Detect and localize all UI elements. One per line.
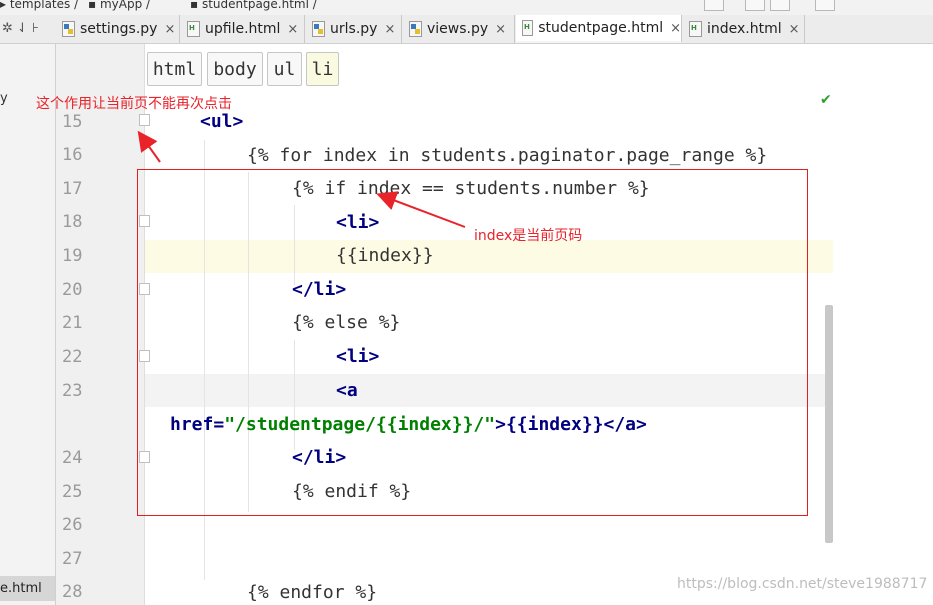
tab-settings-py[interactable]: settings.py × — [56, 15, 180, 43]
project-panel: y e.html — [0, 44, 56, 605]
breadcrumb-studentpage[interactable]: ▪ studentpage.html / — [190, 0, 317, 11]
line-number: 18 — [62, 212, 83, 232]
html-file-icon — [522, 20, 534, 36]
html-file-icon: ▪ — [190, 0, 202, 11]
python-file-icon — [409, 21, 422, 37]
search-icon[interactable] — [815, 0, 835, 11]
line-number: 24 — [62, 448, 83, 468]
html-file-icon — [187, 21, 200, 37]
tab-upfile-html[interactable]: upfile.html× — [181, 15, 305, 43]
folder-icon: ▪ — [88, 0, 100, 11]
close-icon[interactable]: × — [164, 22, 175, 37]
close-icon[interactable]: × — [670, 21, 681, 36]
tab-studentpage-html[interactable]: studentpage.html× — [516, 15, 682, 43]
breadcrumb-myapp[interactable]: ▪ myApp / — [88, 0, 150, 11]
tab-views-py[interactable]: views.py × — [403, 15, 515, 43]
vertical-scrollbar[interactable] — [825, 305, 833, 543]
top-breadcrumb-bar: ▸ templates / ▪ myApp / ▪ studentpage.ht… — [0, 0, 933, 16]
element-breadcrumb-ul[interactable]: ul — [267, 52, 302, 86]
folder-icon: ▸ — [0, 0, 10, 11]
run-icon[interactable] — [745, 0, 765, 11]
python-file-icon — [62, 21, 75, 37]
element-breadcrumb-html[interactable]: html — [147, 52, 202, 86]
close-icon[interactable]: × — [287, 22, 298, 37]
editor-right-area — [833, 44, 933, 605]
close-icon[interactable]: × — [495, 22, 506, 37]
line-number: 28 — [62, 582, 83, 602]
html-file-icon — [689, 21, 702, 37]
line-number: 27 — [62, 549, 83, 569]
code-line-16: {% for index in students.paginator.page_… — [247, 145, 768, 166]
line-number: 17 — [62, 179, 83, 199]
code-line-28: {% endfor %} — [247, 582, 378, 603]
breadcrumb-templates[interactable]: ▸ templates / — [0, 0, 78, 11]
element-breadcrumb-body[interactable]: body — [207, 52, 263, 86]
element-breadcrumb-li[interactable]: li — [306, 52, 339, 86]
code-line-15: <ul> — [200, 111, 244, 132]
annotation-top-note: 这个作用让当前页不能再次点击 — [36, 96, 232, 112]
project-tool-icons[interactable]: ✲ ⇃ ⊦ — [2, 21, 39, 36]
annotation-index-note: index是当前页码 — [474, 228, 583, 244]
dropdown-button[interactable] — [704, 0, 724, 11]
line-number: 15 — [62, 112, 83, 132]
editor-tabs: ✲ ⇃ ⊦ settings.py× upfile.html× urls.py×… — [0, 15, 933, 44]
line-number: 25 — [62, 482, 83, 502]
line-number: 22 — [62, 347, 83, 367]
close-icon[interactable]: × — [789, 22, 800, 37]
fold-marker-icon[interactable] — [139, 114, 150, 126]
watermark: https://blog.csdn.net/steve1988717 — [677, 576, 928, 592]
line-number: 21 — [62, 313, 83, 333]
no-errors-check-icon: ✔ — [820, 92, 832, 108]
tab-index-html[interactable]: index.html× — [683, 15, 805, 43]
debug-icon[interactable] — [770, 0, 790, 11]
line-number: 23 — [62, 381, 83, 401]
close-icon[interactable]: × — [384, 22, 395, 37]
project-tree-selected-file[interactable]: e.html — [0, 576, 55, 601]
line-number: 20 — [62, 280, 83, 300]
python-file-icon — [312, 21, 325, 37]
annotation-box — [137, 169, 808, 516]
line-number: 26 — [62, 515, 83, 535]
line-number: 19 — [62, 246, 83, 266]
project-tree-fragment[interactable]: y — [0, 91, 8, 106]
line-number: 16 — [62, 145, 83, 165]
tab-urls-py[interactable]: urls.py × — [306, 15, 402, 43]
